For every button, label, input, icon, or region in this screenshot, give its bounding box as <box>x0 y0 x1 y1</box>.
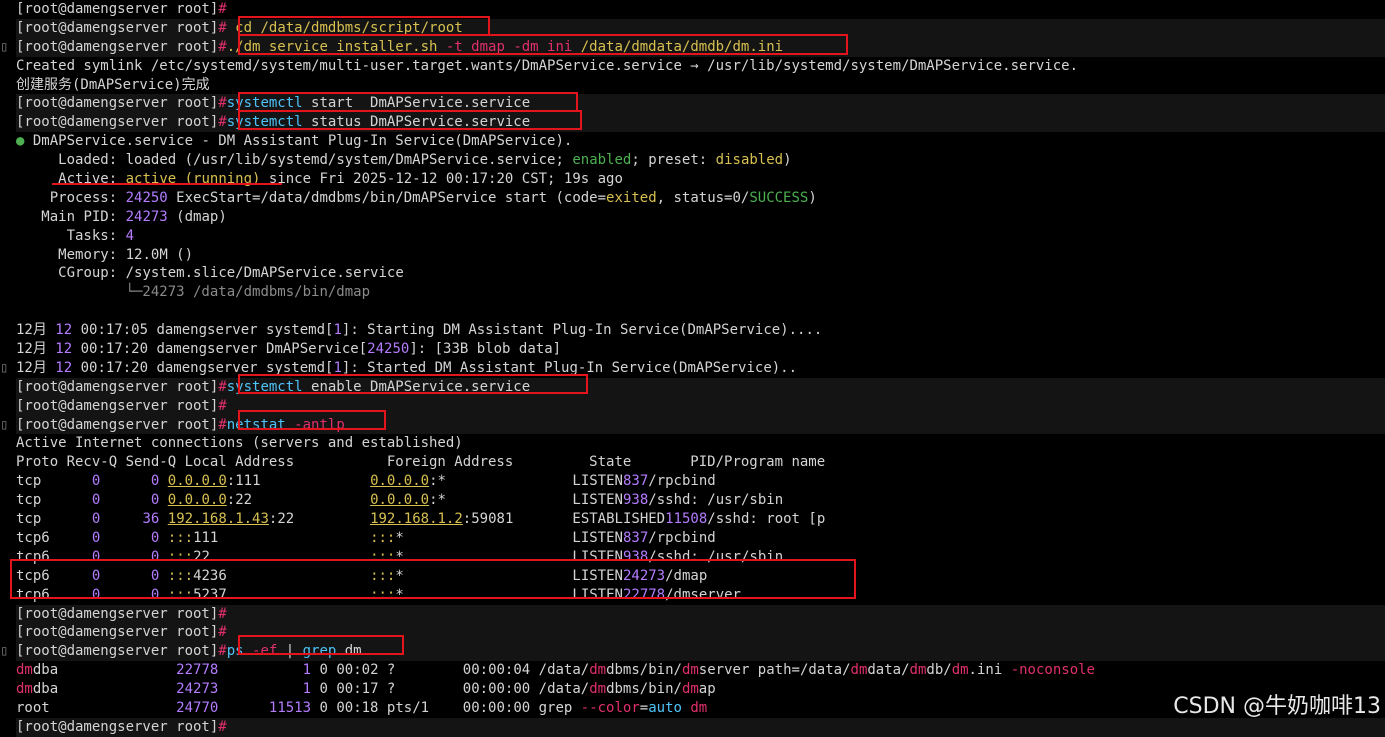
netstat-row: tcp6 0 0 :::5237 :::* LISTEN22778/dmserv… <box>16 586 741 603</box>
netstat-row: tcp 0 0 0.0.0.0:22 0.0.0.0:* LISTEN938/s… <box>16 492 784 509</box>
netstat-row: tcp6 0 0 :::4236 :::* LISTEN24273/dmap <box>16 567 708 584</box>
status-memory: Memory: 12.0M () <box>58 246 194 263</box>
symlink-output: Created symlink /etc/systemd/system/mult… <box>16 57 1079 74</box>
ps-row: dmdba 22778 1 0 00:02 ? 00:00:04 /data/d… <box>16 662 1095 679</box>
netstat-row: tcp 0 0 0.0.0.0:111 0.0.0.0:* LISTEN837/… <box>16 473 716 490</box>
journal-line: 12月 12 00:17:20 damengserver DmAPService… <box>16 341 562 358</box>
command-status: [root@damengserver root]#systemctl statu… <box>16 113 1385 133</box>
status-mainpid: Main PID: 24273 (dmap) <box>41 208 227 225</box>
created-output: 创建服务(DmAPService)完成 <box>16 76 210 93</box>
command-installer: ▯ [root@damengserver root]#./dm_service_i… <box>0 37 1385 57</box>
status-process: Process: 24250 ExecStart=/data/dmdbms/bi… <box>49 189 817 206</box>
active-underline <box>52 183 282 185</box>
netstat-row: tcp6 0 0 :::22 :::* LISTEN938/sshd: /usr… <box>16 548 784 565</box>
prompt-line: [root@damengserver root]# <box>16 1 227 17</box>
status-active: Active: active (running) since Fri 2025-… <box>58 171 623 188</box>
journal-line: ▯ 12月 12 00:17:20 damengserver systemd[1]… <box>0 359 798 376</box>
netstat-row: tcp 0 36 192.168.1.43:22 192.168.1.2:590… <box>16 511 826 528</box>
netstat-header: Proto Recv-Q Send-Q Local Address Foreig… <box>16 454 826 471</box>
netstat-table: tcp 0 0 0.0.0.0:111 0.0.0.0:* LISTEN837/… <box>16 472 1385 604</box>
netstat-row: tcp6 0 0 :::111 :::* LISTEN837/rpcbind <box>16 529 716 546</box>
prompt-line: [root@damengserver root]# <box>16 604 1385 624</box>
command-enable: [root@damengserver root]#systemctl enabl… <box>16 377 1385 397</box>
prompt-line: [root@damengserver root]# <box>16 717 1385 737</box>
command-cd: [root@damengserver root]# cd /data/dmdbm… <box>16 18 1385 38</box>
command-ps: ▯ [root@damengserver root]#ps -ef | grep … <box>0 642 1385 662</box>
status-tasks: Tasks: 4 <box>66 227 135 244</box>
command-netstat: ▯ [root@damengserver root]#netstat -antlp <box>0 415 1385 435</box>
prompt-line: [root@damengserver root]# <box>16 623 1385 643</box>
terminal-window[interactable]: [root@damengserver root]# [root@damengse… <box>0 0 1385 737</box>
watermark: CSDN @牛奶咖啡13 <box>1173 694 1381 720</box>
prompt-line: [root@damengserver root]# <box>16 396 1385 416</box>
netstat-title: Active Internet connections (servers and… <box>16 435 463 452</box>
status-cgroup: CGroup: /system.slice/DmAPService.servic… <box>58 265 404 282</box>
status-header: ● DmAPService.service - DM Assistant Plu… <box>16 133 573 150</box>
status-loaded: Loaded: loaded (/usr/lib/systemd/system/… <box>58 152 792 169</box>
journal-line: 12月 12 00:17:05 damengserver systemd[1]:… <box>16 322 823 339</box>
status-cgroup-child: └─24273 /data/dmdbms/bin/dmap <box>125 284 371 301</box>
command-start: [root@damengserver root]#systemctl start… <box>16 94 1385 114</box>
